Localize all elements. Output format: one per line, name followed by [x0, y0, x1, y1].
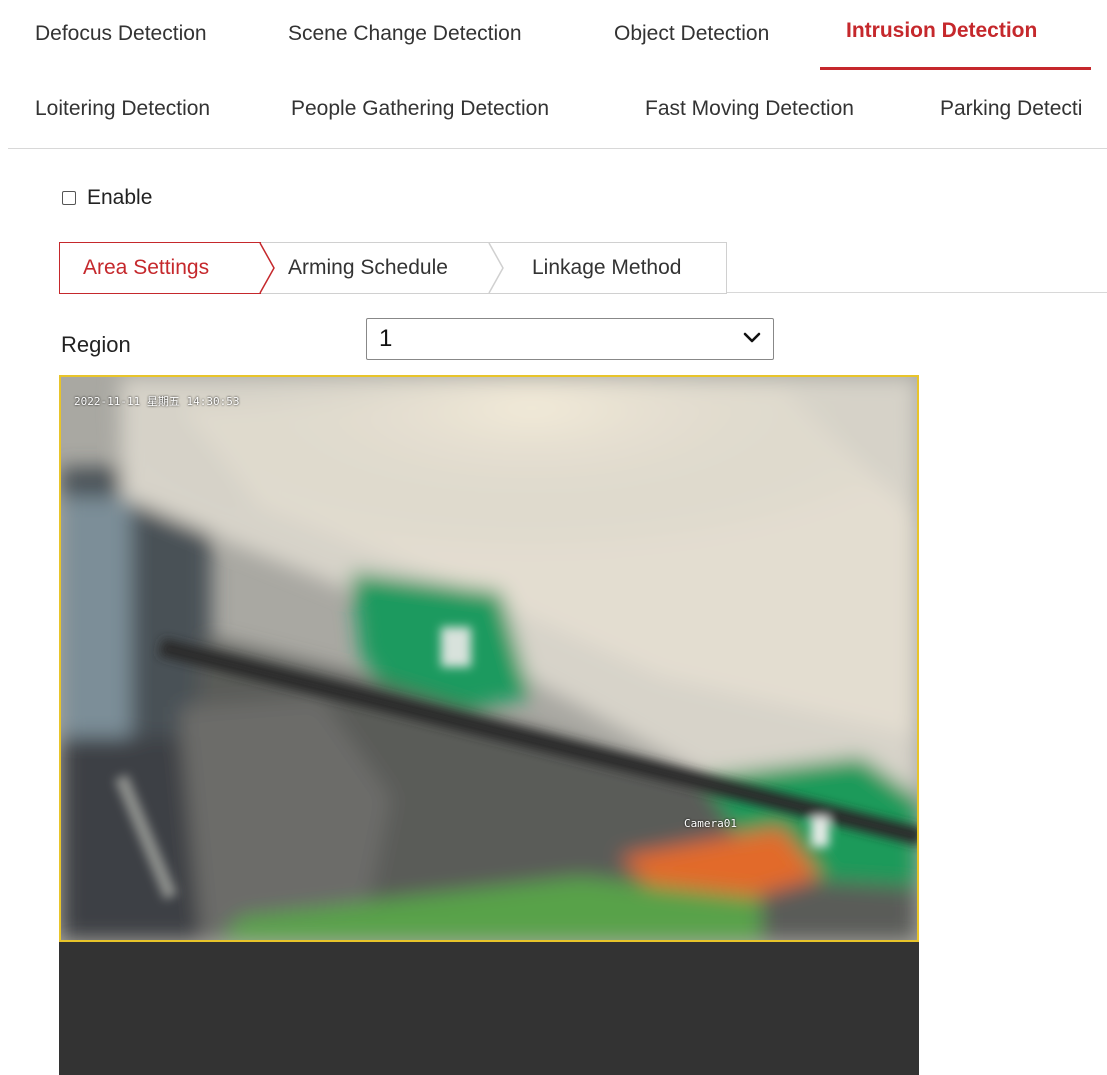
tab-fast-moving-detection[interactable]: Fast Moving Detection	[645, 97, 854, 121]
subtab-area-settings[interactable]: Area Settings	[83, 256, 209, 280]
tabs-divider	[8, 148, 1107, 149]
active-tab-underline	[820, 67, 1091, 70]
subtab-arming-schedule[interactable]: Arming Schedule	[288, 256, 448, 280]
region-select-value: 1	[379, 325, 393, 352]
region-label: Region	[61, 332, 131, 357]
video-preview[interactable]: 2022-11-11 星期五 14:30:53	[59, 375, 919, 942]
chevron-down-icon	[743, 332, 761, 343]
enable-label: Enable	[87, 186, 153, 209]
video-toolbar-area	[59, 942, 919, 1075]
camera-feed-image	[61, 377, 917, 940]
tab-defocus-detection[interactable]: Defocus Detection	[35, 22, 207, 46]
camera-name-overlay: Camera01	[684, 817, 737, 830]
video-timestamp-overlay: 2022-11-11 星期五 14:30:53	[74, 395, 240, 408]
tab-intrusion-detection[interactable]: Intrusion Detection	[846, 19, 1037, 43]
enable-toggle[interactable]: Enable	[62, 186, 152, 210]
subtab-linkage-method[interactable]: Linkage Method	[532, 256, 681, 280]
tab-people-gathering-detection[interactable]: People Gathering Detection	[291, 97, 549, 121]
region-select[interactable]: 1	[366, 318, 774, 360]
tab-scene-change-detection[interactable]: Scene Change Detection	[288, 22, 522, 46]
tab-loitering-detection[interactable]: Loitering Detection	[35, 97, 210, 121]
enable-checkbox[interactable]	[62, 191, 76, 205]
tab-object-detection[interactable]: Object Detection	[614, 22, 769, 46]
tab-parking-detection[interactable]: Parking Detecti	[940, 97, 1082, 121]
subtab-separator-icon	[488, 242, 504, 294]
settings-subtabs: Area Settings Arming Schedule Linkage Me…	[59, 242, 727, 294]
subtab-separator-icon	[255, 242, 275, 294]
subtabs-baseline	[727, 292, 1107, 293]
